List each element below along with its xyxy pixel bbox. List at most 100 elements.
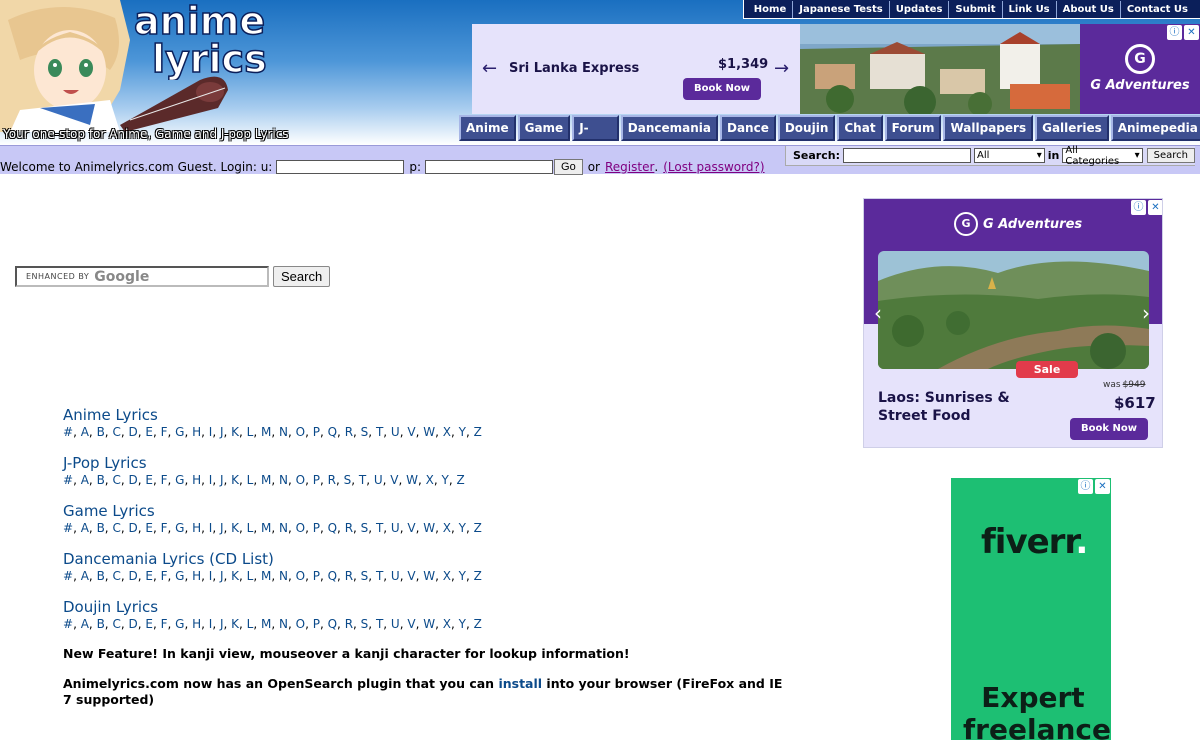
section-title-game[interactable]: Game Lyrics xyxy=(63,502,155,520)
letter-link[interactable]: R xyxy=(345,425,353,439)
ad-close-icon[interactable]: ✕ xyxy=(1095,479,1110,494)
letter-link[interactable]: O xyxy=(296,425,305,439)
letter-link[interactable]: E xyxy=(145,617,153,631)
ad-close-icon[interactable]: ✕ xyxy=(1148,200,1162,215)
letter-link[interactable]: F xyxy=(161,473,168,487)
letter-link[interactable]: W xyxy=(423,569,435,583)
username-input[interactable] xyxy=(276,160,405,174)
letter-link[interactable]: N xyxy=(279,473,288,487)
letter-link[interactable]: X xyxy=(426,473,434,487)
letter-link[interactable]: Z xyxy=(457,473,465,487)
letter-link[interactable]: U xyxy=(391,425,400,439)
letter-link[interactable]: A xyxy=(81,473,89,487)
side-ad-fiverr[interactable]: fiverr. Expert freelance ⓘ ✕ xyxy=(951,478,1111,740)
top-nav-link-us[interactable]: Link Us xyxy=(1001,0,1056,18)
ad-book-now-button[interactable]: Book Now xyxy=(1070,418,1148,440)
letter-link[interactable]: U xyxy=(374,473,383,487)
letter-link[interactable]: X xyxy=(443,521,451,535)
tab-forum[interactable]: Forum xyxy=(884,115,942,141)
tab-chat[interactable]: Chat xyxy=(837,115,883,141)
letter-link[interactable]: V xyxy=(407,425,415,439)
letter-link[interactable]: R xyxy=(345,617,353,631)
letter-link[interactable]: N xyxy=(279,569,288,583)
letter-link[interactable]: C xyxy=(112,617,120,631)
tab-jpop-jrock[interactable]: J-Pop / J-Rock xyxy=(572,115,619,201)
letter-link[interactable]: H xyxy=(192,521,201,535)
letter-link[interactable]: Z xyxy=(474,569,482,583)
letter-link[interactable]: R xyxy=(328,473,336,487)
letter-link[interactable]: # xyxy=(63,617,73,631)
section-title-anime[interactable]: Anime Lyrics xyxy=(63,406,158,424)
letter-link[interactable]: K xyxy=(231,425,239,439)
tab-dancemania[interactable]: Dancemania xyxy=(620,115,718,141)
letter-link[interactable]: E xyxy=(145,521,153,535)
site-search-input[interactable] xyxy=(842,148,971,163)
letter-link[interactable]: D xyxy=(128,425,137,439)
letter-link[interactable]: A xyxy=(81,521,89,535)
letter-link[interactable]: D xyxy=(128,473,137,487)
letter-link[interactable]: D xyxy=(128,617,137,631)
install-opensearch-link[interactable]: install xyxy=(498,676,542,691)
top-nav-japanese-tests[interactable]: Japanese Tests xyxy=(792,0,888,18)
google-search-input[interactable]: ENHANCED BY Google xyxy=(15,266,269,287)
letter-link[interactable]: A xyxy=(81,569,89,583)
letter-link[interactable]: V xyxy=(407,521,415,535)
ad-info-icon[interactable]: ⓘ xyxy=(1167,25,1182,40)
letter-link[interactable]: N xyxy=(279,425,288,439)
top-nav-submit[interactable]: Submit xyxy=(948,0,1001,18)
letter-link[interactable]: K xyxy=(231,521,239,535)
letter-link[interactable]: # xyxy=(63,569,73,583)
letter-link[interactable]: P xyxy=(313,617,320,631)
search-category-select[interactable]: All Categories ▾ xyxy=(1062,145,1143,167)
ad-book-now-button[interactable]: Book Now xyxy=(683,78,761,100)
letter-link[interactable]: B xyxy=(97,569,105,583)
letter-link[interactable]: K xyxy=(231,473,239,487)
letter-link[interactable]: H xyxy=(192,617,201,631)
letter-link[interactable]: E xyxy=(145,569,153,583)
tab-anime[interactable]: Anime xyxy=(459,115,516,141)
letter-link[interactable]: H xyxy=(192,425,201,439)
arrow-left-icon[interactable]: ← xyxy=(482,58,497,79)
letter-link[interactable]: Y xyxy=(459,521,466,535)
letter-link[interactable]: W xyxy=(423,425,435,439)
tab-animepedia[interactable]: Animepedia xyxy=(1110,115,1200,141)
carousel-prev-icon[interactable]: ‹ xyxy=(874,301,882,325)
top-nav-about-us[interactable]: About Us xyxy=(1055,0,1120,18)
letter-link[interactable]: Z xyxy=(474,425,482,439)
letter-link[interactable]: X xyxy=(443,617,451,631)
letter-link[interactable]: # xyxy=(63,425,73,439)
letter-link[interactable]: N xyxy=(279,617,288,631)
ad-info-icon[interactable]: ⓘ xyxy=(1131,200,1146,215)
letter-link[interactable]: M xyxy=(261,521,271,535)
side-ad-g-adventures[interactable]: G G Adventures ‹ › Sale Laos: Sunrises &… xyxy=(863,198,1163,448)
tab-dance-cd-list[interactable]: Dance CD List xyxy=(719,115,776,179)
tab-wallpapers[interactable]: Wallpapers xyxy=(943,115,1034,141)
letter-link[interactable]: # xyxy=(63,521,73,535)
letter-link[interactable]: F xyxy=(161,521,168,535)
letter-link[interactable]: K xyxy=(231,569,239,583)
register-link[interactable]: Register xyxy=(605,160,654,174)
top-nav-home[interactable]: Home xyxy=(748,1,792,18)
letter-link[interactable]: # xyxy=(63,473,73,487)
letter-link[interactable]: Y xyxy=(442,473,449,487)
letter-link[interactable]: F xyxy=(161,425,168,439)
letter-link[interactable]: D xyxy=(128,569,137,583)
letter-link[interactable]: U xyxy=(391,617,400,631)
letter-link[interactable]: C xyxy=(112,473,120,487)
letter-link[interactable]: Q xyxy=(328,569,337,583)
letter-link[interactable]: F xyxy=(161,617,168,631)
lost-password-link[interactable]: (Lost password?) xyxy=(663,160,764,174)
letter-link[interactable]: M xyxy=(261,473,271,487)
letter-link[interactable]: C xyxy=(112,425,120,439)
letter-link[interactable]: Y xyxy=(459,425,466,439)
letter-link[interactable]: E xyxy=(145,425,153,439)
site-search-button[interactable]: Search xyxy=(1146,148,1195,163)
letter-link[interactable]: C xyxy=(112,569,120,583)
letter-link[interactable]: H xyxy=(192,473,201,487)
letter-link[interactable]: X xyxy=(443,569,451,583)
letter-link[interactable]: R xyxy=(345,569,353,583)
tab-galleries[interactable]: Galleries xyxy=(1035,115,1109,141)
letter-link[interactable]: Y xyxy=(459,569,466,583)
letter-link[interactable]: M xyxy=(261,569,271,583)
section-title-doujin[interactable]: Doujin Lyrics xyxy=(63,598,158,616)
